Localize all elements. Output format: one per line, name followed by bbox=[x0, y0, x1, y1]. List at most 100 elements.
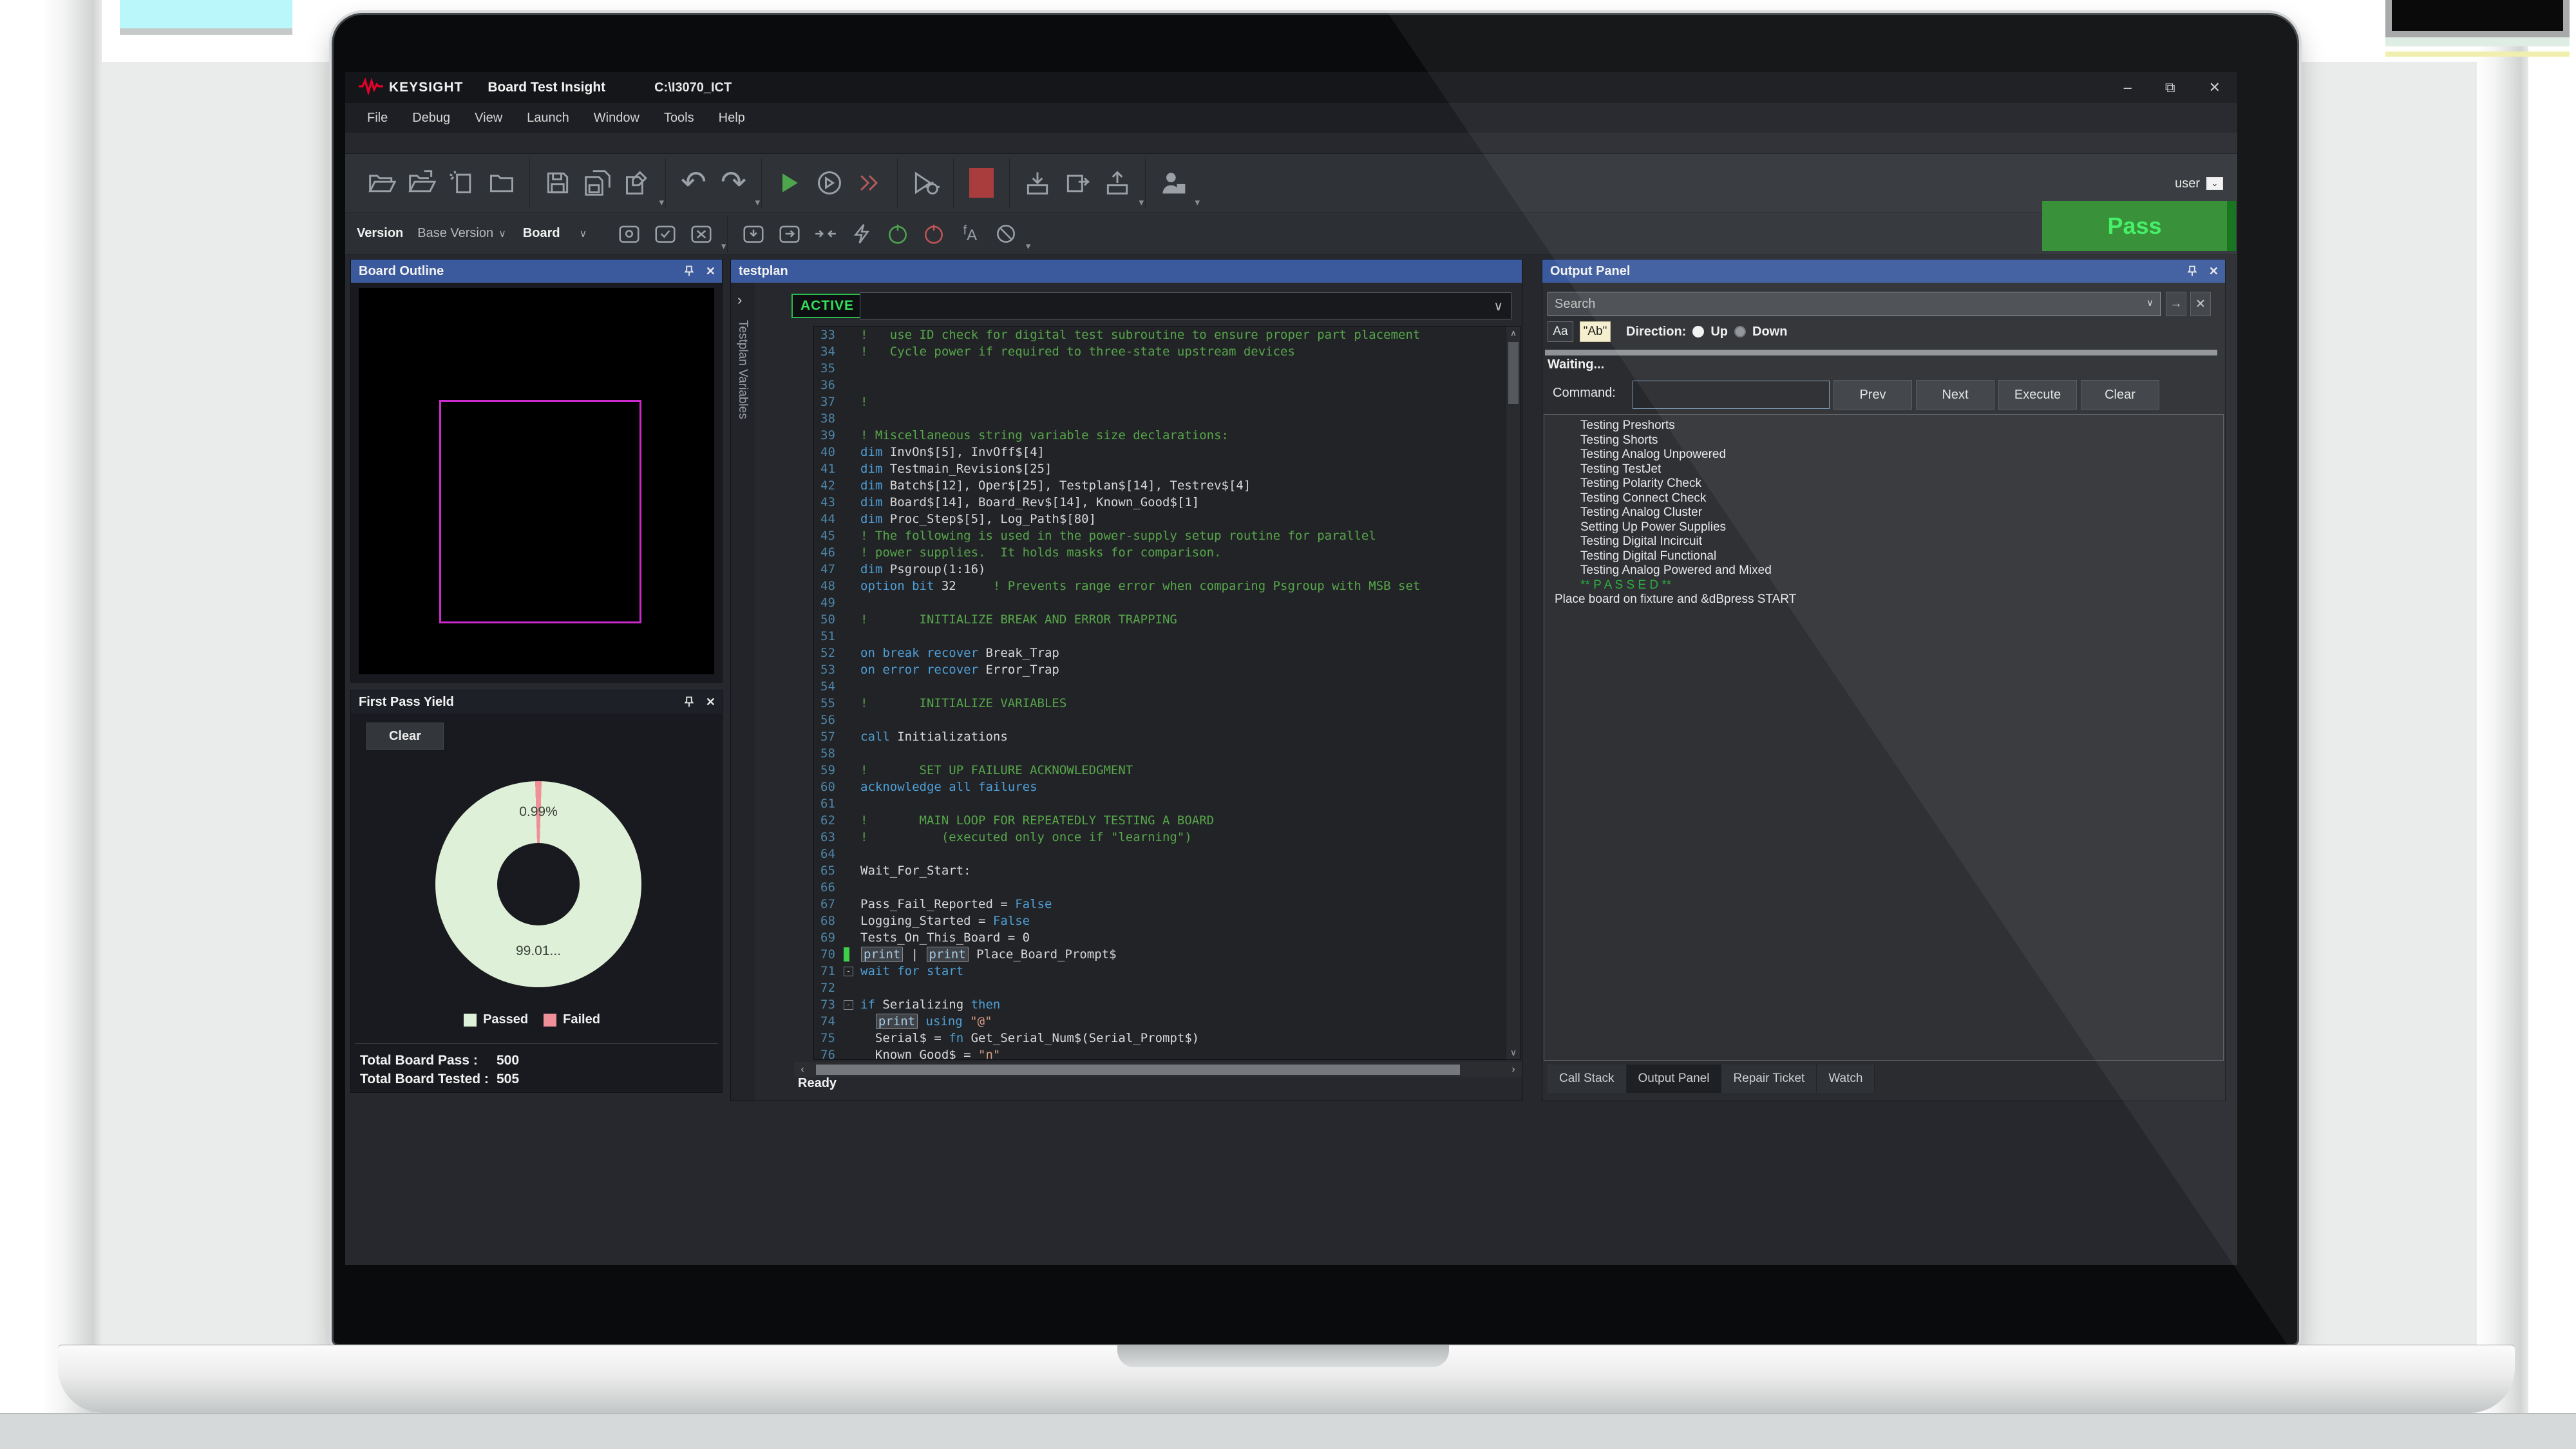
expand-icon[interactable]: › bbox=[737, 292, 742, 308]
fixture-down-icon[interactable] bbox=[735, 217, 772, 251]
log-line: Testing Polarity Check bbox=[1544, 477, 2223, 491]
disconnect-icon[interactable] bbox=[844, 217, 880, 251]
search-dropdown-icon[interactable]: ∨ bbox=[2146, 297, 2154, 308]
line-number: 37 bbox=[814, 395, 842, 409]
open-recent-icon[interactable] bbox=[402, 162, 442, 204]
chevron-down-icon: ∨ bbox=[580, 229, 587, 240]
fold-icon[interactable]: - bbox=[844, 1000, 853, 1010]
step-next-icon[interactable] bbox=[810, 162, 849, 204]
menu-help[interactable]: Help bbox=[719, 111, 745, 126]
run-icon[interactable] bbox=[770, 162, 810, 204]
power-on-icon[interactable] bbox=[880, 217, 916, 251]
code-line: 46! power supplies. It holds masks for c… bbox=[814, 544, 1493, 561]
horizontal-scrollbar[interactable]: ‹ › bbox=[794, 1062, 1522, 1077]
clear-button[interactable]: Clear bbox=[366, 723, 444, 750]
line-number: 50 bbox=[814, 612, 842, 627]
new-doc-icon[interactable] bbox=[442, 162, 482, 204]
pin-icon[interactable] bbox=[2186, 265, 2199, 278]
vertical-scrollbar[interactable]: ∧ ∨ bbox=[1506, 327, 1520, 1059]
close-icon[interactable]: ✕ bbox=[706, 696, 715, 709]
autofile-icon[interactable]: fA bbox=[952, 217, 988, 251]
menu-file[interactable]: File bbox=[367, 111, 388, 126]
redo-icon[interactable]: ↷ bbox=[714, 162, 753, 204]
code-editor[interactable]: 33! use ID check for digital test subrou… bbox=[813, 326, 1520, 1060]
power-off-icon[interactable] bbox=[916, 217, 952, 251]
user-icon[interactable] bbox=[1153, 162, 1193, 204]
menu-debug[interactable]: Debug bbox=[412, 111, 450, 126]
next-button[interactable]: Next bbox=[1916, 380, 1994, 410]
toolbar-group bbox=[529, 158, 665, 208]
search-go-icon[interactable]: → bbox=[2166, 292, 2186, 316]
log-line: Testing Digital Functional bbox=[1544, 549, 2223, 564]
connect-icon[interactable] bbox=[808, 217, 844, 251]
direction-up-radio[interactable] bbox=[1692, 326, 1704, 337]
command-input[interactable] bbox=[1633, 381, 1830, 409]
scroll-left-icon[interactable]: ‹ bbox=[794, 1064, 811, 1075]
version-select[interactable]: Base Version∨ bbox=[417, 226, 506, 241]
tab-watch[interactable]: Watch bbox=[1817, 1065, 1875, 1093]
undo-icon[interactable]: ↶ bbox=[674, 162, 714, 204]
stop-icon[interactable] bbox=[961, 162, 1001, 204]
minimize-icon[interactable]: – bbox=[2124, 79, 2132, 96]
line-number: 49 bbox=[814, 596, 842, 610]
code-line: 66 bbox=[814, 879, 1493, 896]
code-line: 55! INITIALIZE VARIABLES bbox=[814, 695, 1493, 712]
board-check-icon[interactable] bbox=[647, 217, 683, 251]
import-icon[interactable] bbox=[1018, 162, 1057, 204]
close-icon[interactable]: ✕ bbox=[2209, 265, 2219, 278]
scroll-up-icon[interactable]: ∧ bbox=[1506, 328, 1520, 339]
scroll-down-icon[interactable]: ∨ bbox=[1506, 1047, 1520, 1058]
board-outline-canvas[interactable] bbox=[359, 288, 714, 674]
testplan-variables-sidebar[interactable]: › Testplan Variables bbox=[731, 283, 755, 1101]
execute-button[interactable]: Execute bbox=[1998, 380, 2077, 410]
line-number: 63 bbox=[814, 830, 842, 844]
upload-icon[interactable] bbox=[1097, 162, 1137, 204]
run-debug-icon[interactable] bbox=[905, 162, 945, 204]
total-tested-row: Total Board Tested :505 bbox=[360, 1070, 519, 1088]
board-select[interactable]: ∨ bbox=[574, 226, 587, 241]
close-icon[interactable]: ✕ bbox=[2209, 79, 2221, 96]
fold-icon[interactable]: - bbox=[844, 967, 853, 976]
open-icon[interactable] bbox=[362, 162, 402, 204]
testplan-variables-tab[interactable]: Testplan Variables bbox=[735, 320, 750, 419]
user-dropdown-icon[interactable]: ⌄ bbox=[2206, 177, 2223, 190]
maximize-icon[interactable]: ⧉ bbox=[2165, 79, 2175, 96]
search-clear-icon[interactable]: ✕ bbox=[2190, 292, 2211, 316]
pin-icon[interactable] bbox=[683, 265, 696, 278]
fixture-flip-icon[interactable] bbox=[772, 217, 808, 251]
step-fast-icon[interactable] bbox=[849, 162, 889, 204]
prev-button[interactable]: Prev bbox=[1833, 380, 1912, 410]
close-icon[interactable]: ✕ bbox=[706, 265, 715, 278]
tab-output-panel[interactable]: Output Panel bbox=[1627, 1065, 1722, 1093]
menu-launch[interactable]: Launch bbox=[527, 111, 569, 126]
save-as-icon[interactable] bbox=[618, 162, 658, 204]
clear-button[interactable]: Clear bbox=[2081, 380, 2159, 410]
pin-icon[interactable] bbox=[683, 696, 696, 708]
menu-window[interactable]: Window bbox=[594, 111, 639, 126]
chevron-down-icon: ∨ bbox=[1493, 298, 1503, 314]
line-number: 40 bbox=[814, 445, 842, 459]
save-all-icon[interactable] bbox=[578, 162, 618, 204]
vscroll-thumb[interactable] bbox=[1508, 342, 1519, 404]
save-icon[interactable] bbox=[538, 162, 578, 204]
testplan-section-dropdown[interactable]: ∨ bbox=[860, 292, 1511, 319]
menu-tools[interactable]: Tools bbox=[664, 111, 694, 126]
tab-repair-ticket[interactable]: Repair Ticket bbox=[1721, 1065, 1817, 1093]
scroll-right-icon[interactable]: › bbox=[1505, 1064, 1522, 1075]
search-input[interactable] bbox=[1548, 292, 2161, 316]
board-x-icon[interactable] bbox=[683, 217, 719, 251]
output-log[interactable]: Testing PreshortsTesting ShortsTesting A… bbox=[1544, 414, 2224, 1061]
hscroll-thumb[interactable] bbox=[816, 1065, 1460, 1075]
direction-down-radio[interactable] bbox=[1734, 326, 1746, 337]
folder-icon[interactable] bbox=[482, 162, 522, 204]
board-view-icon[interactable] bbox=[611, 217, 647, 251]
match-case-button[interactable]: Aa bbox=[1548, 321, 1573, 342]
menu-view[interactable]: View bbox=[475, 111, 502, 126]
export-icon[interactable] bbox=[1057, 162, 1097, 204]
code-line: 63! (executed only once if "learning") bbox=[814, 829, 1493, 846]
match-word-button[interactable]: "Ab" bbox=[1580, 321, 1611, 342]
tab-call-stack[interactable]: Call Stack bbox=[1548, 1065, 1627, 1093]
disabled-icon[interactable] bbox=[988, 217, 1024, 251]
code-line: 76 Known_Good$ = "n" bbox=[814, 1046, 1493, 1060]
down-label: Down bbox=[1752, 325, 1787, 339]
